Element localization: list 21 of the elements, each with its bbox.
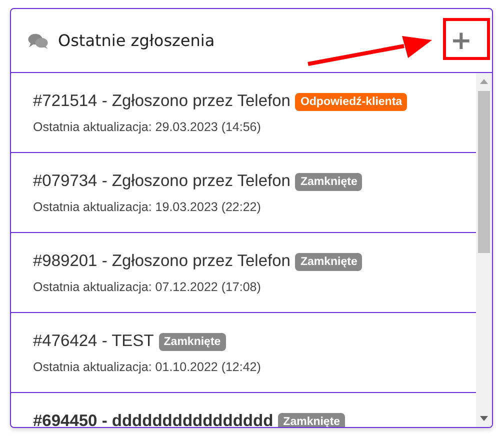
panel-title: Ostatnie zgłoszenia (58, 31, 215, 50)
scrollbar[interactable] (476, 73, 492, 427)
status-badge: Zamknięte (158, 332, 226, 350)
status-badge: Zamknięte (295, 252, 362, 270)
chat-bubbles-icon (28, 32, 48, 48)
status-badge: Odpowiedź-klienta (295, 92, 408, 110)
last-update-text: Ostatnia aktualizacja: 29.03.2023 (14:56) (33, 120, 262, 134)
status-badge: Zamknięte (278, 412, 346, 427)
ticket-title[interactable]: #476424 - TEST (33, 332, 154, 351)
ticket-title[interactable]: #694450 - dddddddddddddddd (33, 412, 274, 427)
status-badge: Zamknięte (295, 172, 362, 190)
last-update-text: Ostatnia aktualizacja: 19.03.2023 (22:22) (33, 200, 262, 214)
ticket-title[interactable]: #079734 - Zgłoszono przez Telefon (33, 172, 290, 191)
add-button[interactable]: + (446, 26, 476, 56)
ticket-title[interactable]: #989201 - Zgłoszono przez Telefon (33, 252, 290, 271)
ticket-title[interactable]: #721514 - Zgłoszono przez Telefon (33, 92, 290, 111)
last-update-text: Ostatnia aktualizacja: 01.10.2022 (12:42) (33, 360, 262, 374)
scroll-up-icon[interactable] (480, 79, 488, 84)
scroll-down-icon[interactable] (480, 416, 488, 421)
last-update-text: Ostatnia aktualizacja: 07.12.2022 (17:08) (33, 280, 262, 294)
scrollbar-thumb[interactable] (478, 91, 490, 253)
